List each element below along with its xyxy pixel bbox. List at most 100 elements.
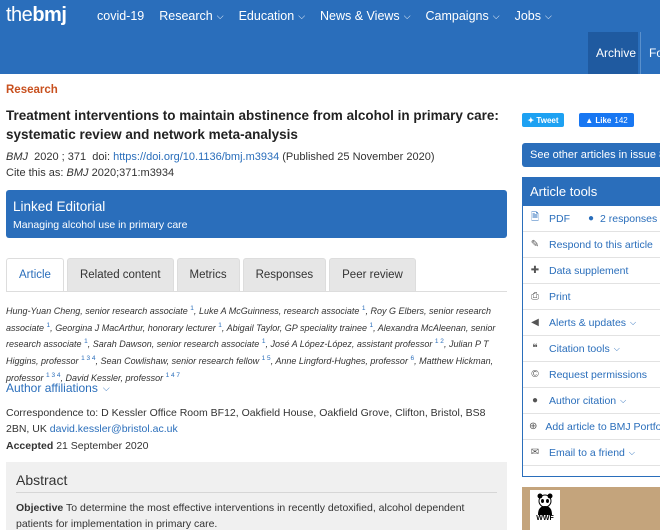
add-circle-icon: ⊕ — [529, 421, 538, 432]
editorial-heading: Linked Editorial — [13, 199, 106, 214]
tab-archive[interactable]: Archive — [588, 32, 638, 74]
chevron-down-icon: ⌵ — [620, 395, 627, 405]
nav-item-label: News & Views — [320, 9, 400, 23]
nav-item-label: Education — [238, 9, 295, 23]
article-tools-panel: Article tools 🗎 PDF ● 2 responses ✎ Respo… — [522, 177, 660, 477]
nav-item-education[interactable]: Education ⌵ — [239, 9, 305, 23]
tool-label: Data supplement — [549, 264, 629, 277]
doi-link[interactable]: https://doi.org/10.1136/bmj.m3934 — [113, 151, 279, 163]
tool-alerts-updates[interactable]: ◀ Alerts & updates ⌵ — [523, 310, 660, 336]
author-name: Luke A McGuinness, research associate — [198, 306, 360, 316]
tab-peer-review[interactable]: Peer review — [329, 258, 416, 292]
year: 2020 — [34, 151, 59, 163]
tool-label: Print — [549, 290, 571, 303]
nav-item-covid-19[interactable]: covid-19 — [97, 9, 144, 23]
chevron-down-icon: ⌵ — [102, 382, 110, 393]
accepted-line: Accepted 21 September 2020 — [6, 440, 148, 452]
accepted-date: 21 September 2020 — [56, 440, 149, 452]
author-affiliation-ref[interactable]: 1 2 — [435, 338, 444, 345]
top-nav-bar: thebmj covid-19 Research ⌵ Education ⌵ News &… — [0, 0, 660, 32]
volume: ; 371 — [61, 151, 87, 163]
author-affiliation-ref[interactable]: 1 5 — [262, 355, 271, 362]
tool-row-pdf: 🗎 PDF ● 2 responses — [523, 206, 660, 232]
cite-as-line: Cite this as: BMJ 2020;371:m3934 — [6, 167, 174, 179]
tool-author-citation[interactable]: ● Author citation ⌵ — [523, 388, 660, 414]
tool-add-article-to-bmj-portfolio[interactable]: ⊕ Add article to BMJ Portfolio — [523, 414, 660, 440]
see-other-articles-button[interactable]: See other articles in issue 8271 — [522, 143, 660, 167]
like-label: Like — [595, 115, 612, 125]
tab-metrics[interactable]: Metrics — [176, 258, 240, 292]
author-entry: Georgina J MacArthur, honorary lecturer … — [55, 322, 226, 333]
tool-label: Respond to this article — [549, 238, 653, 251]
plus-icon: ✚ — [530, 265, 540, 276]
tool-print[interactable]: ⎙ Print — [523, 284, 660, 310]
editorial-link[interactable]: Managing alcohol use in primary care — [13, 219, 500, 231]
tab-responses[interactable]: Responses — [242, 258, 327, 292]
tab-related-content[interactable]: Related content — [66, 258, 174, 292]
envelope-icon: ✉ — [530, 447, 540, 458]
nav-item-label: covid-19 — [97, 9, 145, 23]
wwf-logo: WWF — [530, 490, 560, 530]
tweet-button[interactable]: ✦ Tweet — [522, 113, 564, 127]
nav-item-label: Campaigns — [425, 9, 489, 23]
nav-item-news-views[interactable]: News & Views ⌵ — [320, 9, 411, 23]
doi-label: doi: — [92, 151, 111, 163]
megaphone-icon: ◀ — [531, 317, 539, 328]
panda-icon — [537, 493, 553, 515]
tool-email-to-a-friend[interactable]: ✉ Email to a friend ⌵ — [523, 440, 660, 466]
author-affiliation-ref[interactable]: 1 4 7 — [166, 372, 180, 379]
chevron-down-icon: ⌵ — [216, 10, 224, 21]
abstract-box: Abstract Objective To determine the most… — [6, 462, 507, 530]
author-affiliation-ref[interactable]: 1 3 4 — [81, 355, 95, 362]
twitter-bird-icon: ✦ — [527, 115, 537, 125]
pdf-link[interactable]: PDF — [549, 213, 570, 225]
nav-item-label: Jobs — [514, 9, 541, 23]
wwf-text: WWF — [536, 515, 554, 522]
correspondence-email[interactable]: david.kessler@bristol.ac.uk — [50, 423, 178, 435]
responses-link[interactable]: 2 responses — [600, 213, 657, 225]
author-name: Georgina J MacArthur, honorary lecturer — [55, 322, 216, 333]
abstract-heading: Abstract — [16, 472, 497, 493]
thumbs-up-icon: ▲ — [585, 115, 596, 125]
logo-the: the — [6, 4, 33, 26]
author-name: José A López-López, assistant professor — [270, 339, 433, 350]
author-affiliation-ref[interactable]: 1 3 4 — [46, 372, 60, 379]
nav-item-campaigns[interactable]: Campaigns ⌵ — [426, 9, 500, 23]
tab-next[interactable]: Fo — [640, 32, 660, 74]
tab-divider — [6, 291, 507, 292]
author-affiliations-toggle[interactable]: Author affiliations ⌵ — [6, 381, 110, 395]
tool-request-permissions[interactable]: © Request permissions — [523, 362, 660, 388]
copyright-icon: © — [531, 369, 539, 380]
pdf-icon: 🗎 — [530, 212, 540, 223]
section-label[interactable]: Research — [6, 84, 58, 96]
author-entry: Hung-Yuan Cheng, senior research associa… — [6, 305, 199, 316]
cite-journal: BMJ — [66, 167, 89, 179]
published-date: (Published 25 November 2020) — [282, 151, 435, 163]
facebook-like-button[interactable]: ▲ Like 142 — [579, 113, 634, 127]
chevron-down-icon: ⌵ — [298, 10, 306, 21]
objective-label: Objective — [16, 502, 64, 514]
tab-article[interactable]: Article — [6, 258, 64, 292]
author-name: Abigail Taylor, GP speciality trainee — [226, 322, 367, 333]
bmj-logo[interactable]: thebmj — [6, 0, 67, 32]
tool-citation-tools[interactable]: ❝ Citation tools ⌵ — [523, 336, 660, 362]
speech-bubble-icon: ● — [588, 213, 595, 224]
chevron-down-icon: ⌵ — [403, 10, 411, 21]
quote-icon: ❝ — [532, 343, 538, 354]
print-icon: ⎙ — [531, 291, 539, 302]
author-name: Sarah Dawson, senior research associate — [92, 339, 260, 350]
author-entry: Abigail Taylor, GP speciality trainee 1, — [226, 322, 378, 333]
tool-respond-to-this-article[interactable]: ✎ Respond to this article — [523, 232, 660, 258]
nav-item-research[interactable]: Research ⌵ — [159, 9, 223, 23]
nav-item-jobs[interactable]: Jobs ⌵ — [515, 9, 552, 23]
main-nav: covid-19 Research ⌵ Education ⌵ News & Views ⌵… — [97, 0, 567, 32]
article-tabs: Article Related content Metrics Responses Pe… — [6, 258, 419, 292]
linked-editorial-box[interactable]: Linked Editorial Managing alcohol use in… — [6, 190, 507, 238]
cite-ref: 2020;371:m3934 — [91, 167, 175, 179]
article-tools-heading: Article tools — [523, 178, 660, 206]
tool-label: Request permissions — [549, 368, 648, 381]
tool-label: Author citation — [549, 394, 617, 407]
tool-data-supplement[interactable]: ✚ Data supplement — [523, 258, 660, 284]
like-count: 142 — [614, 115, 628, 125]
accepted-label: Accepted — [6, 440, 54, 452]
